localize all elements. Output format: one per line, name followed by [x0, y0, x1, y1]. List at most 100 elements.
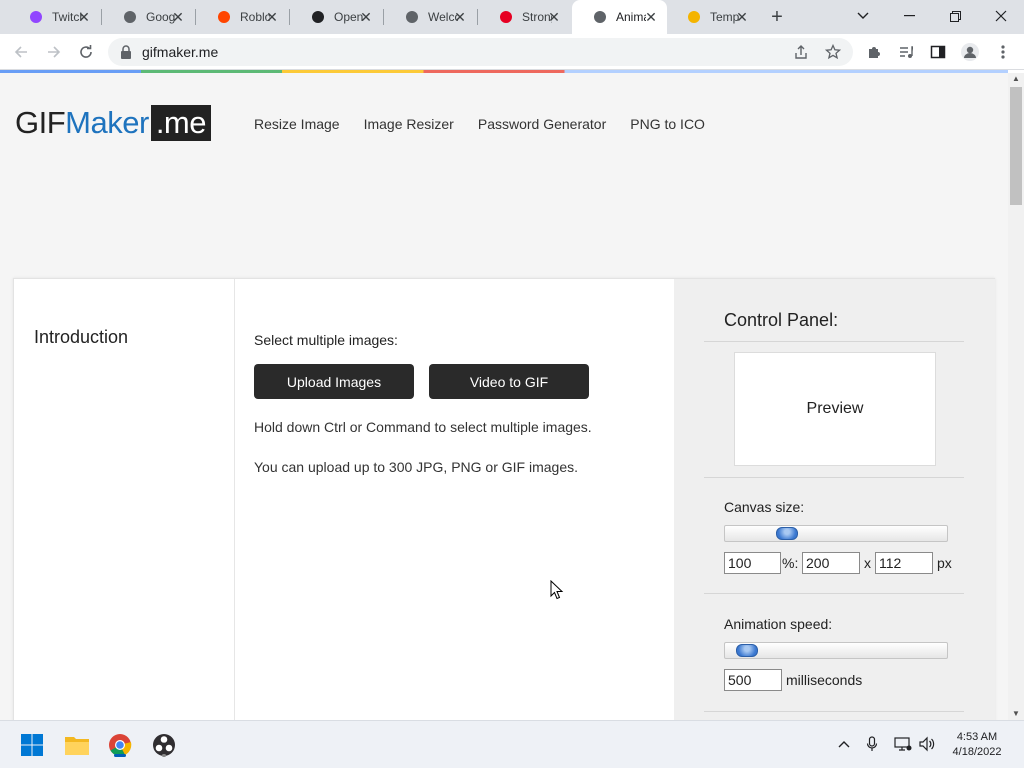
obs-taskbar-button[interactable] — [148, 729, 180, 761]
milliseconds-label: milliseconds — [786, 672, 863, 688]
browser-toolbar: gifmaker.me — [0, 34, 1024, 70]
share-icon — [795, 45, 807, 59]
star-icon — [825, 44, 841, 60]
profile-button[interactable] — [960, 42, 980, 62]
start-button[interactable] — [16, 729, 48, 761]
bookmark-button[interactable] — [824, 43, 842, 61]
tab-close-icon[interactable]: ✕ — [546, 9, 562, 25]
tab-close-icon[interactable]: ✕ — [170, 9, 186, 25]
running-indicator — [162, 754, 166, 757]
windows-logo-icon — [21, 734, 43, 756]
network-button[interactable] — [894, 735, 912, 753]
file-explorer-button[interactable] — [61, 729, 93, 761]
animation-speed-label: Animation speed: — [724, 616, 833, 632]
microphone-button[interactable] — [863, 735, 881, 753]
scroll-down-arrow[interactable]: ▼ — [1008, 708, 1024, 720]
address-bar[interactable]: gifmaker.me — [108, 38, 853, 66]
minimize-button[interactable] — [886, 0, 932, 32]
canvas-size-label: Canvas size: — [724, 499, 805, 515]
canvas-percent-input[interactable] — [724, 552, 781, 574]
system-clock[interactable]: 4:53 AM 4/18/2022 — [945, 730, 1009, 760]
canvas-size-slider[interactable] — [724, 525, 948, 542]
nav-link-png-to-ico[interactable]: PNG to ICO — [630, 116, 705, 132]
browser-tab[interactable]: Open ✕ — [290, 0, 382, 34]
video-to-gif-button[interactable]: Video to GIF — [429, 364, 589, 399]
canvas-size-slider-handle[interactable] — [776, 527, 799, 540]
tab-close-icon[interactable]: ✕ — [76, 9, 92, 25]
tab-close-icon[interactable]: ✕ — [358, 9, 374, 25]
tab-close-icon[interactable]: ✕ — [452, 9, 468, 25]
logo-me-text: .me — [150, 105, 211, 141]
browser-tab[interactable]: Template✕ — [666, 0, 758, 34]
animation-speed-slider[interactable] — [724, 642, 948, 659]
animation-speed-slider-handle[interactable] — [736, 644, 759, 657]
show-hidden-icons-button[interactable] — [835, 735, 853, 753]
upload-column: Select multiple images: Upload Images Vi… — [235, 279, 675, 720]
minimize-icon — [903, 15, 915, 17]
tab-close-icon[interactable]: ✕ — [734, 9, 750, 25]
side-panel-button[interactable] — [928, 42, 948, 62]
browser-tab[interactable]: Twitch✕ — [8, 0, 100, 34]
site-logo[interactable]: GIF Maker .me — [15, 105, 211, 141]
side-panel-icon — [930, 45, 946, 59]
extensions-button[interactable] — [864, 42, 884, 62]
left-column: Introduction — [14, 279, 235, 720]
control-panel-title: Control Panel: — [724, 310, 839, 330]
px-label: px — [937, 555, 952, 571]
scroll-up-arrow[interactable]: ▲ — [1008, 73, 1024, 85]
nav-link-password-generator[interactable]: Password Generator — [478, 116, 606, 132]
page-viewport: GIF Maker .me Resize Image Image Resizer P… — [0, 73, 1008, 720]
arrow-right-icon — [48, 46, 61, 58]
tab-close-icon[interactable]: ✕ — [264, 9, 280, 25]
reddit-icon — [216, 9, 232, 25]
arrow-left-icon — [14, 46, 27, 58]
twitch-icon — [28, 9, 44, 25]
close-icon — [995, 10, 1007, 22]
folder-icon — [65, 737, 89, 755]
page-scrollbar[interactable]: ▲ ▼ — [1008, 73, 1024, 720]
browser-tab[interactable]: Google✕ — [102, 0, 194, 34]
nav-link-image-resizer[interactable]: Image Resizer — [364, 116, 454, 132]
upload-limit-hint: You can upload up to 300 JPG, PNG or GIF… — [254, 459, 578, 475]
obs-icon — [310, 9, 326, 25]
select-images-label: Select multiple images: — [254, 332, 398, 348]
tab-title: Animated — [616, 10, 646, 24]
browser-tab[interactable]: Strong✕ — [478, 0, 570, 34]
browser-tab[interactable]: Animated✕ — [572, 0, 667, 34]
canvas-height-input[interactable] — [875, 552, 933, 574]
pinterest-icon — [498, 9, 514, 25]
browser-tab[interactable]: Welcome✕ — [384, 0, 476, 34]
scroll-thumb[interactable] — [1010, 87, 1022, 205]
mouse-cursor-icon — [550, 580, 564, 600]
preview-button[interactable]: Preview — [734, 352, 936, 466]
music-queue-icon — [900, 46, 913, 58]
browser-tab[interactable]: Roblox✕ — [196, 0, 288, 34]
running-indicator — [114, 754, 126, 757]
restore-button[interactable] — [932, 0, 978, 32]
introduction-link[interactable]: Introduction — [34, 327, 128, 348]
back-button[interactable] — [9, 40, 33, 64]
forward-button[interactable] — [42, 40, 66, 64]
nav-link-resize-image[interactable]: Resize Image — [254, 116, 340, 132]
control-panel: Control Panel: Preview Canvas size: %: x… — [674, 279, 995, 720]
media-control-button[interactable] — [896, 42, 916, 62]
new-tab-button[interactable]: + — [766, 7, 788, 29]
main-card: Introduction Select multiple images: Upl… — [13, 278, 995, 720]
clock-time: 4:53 AM — [956, 731, 998, 743]
upload-images-button[interactable]: Upload Images — [254, 364, 414, 399]
tab-search-button[interactable] — [840, 0, 886, 32]
divider — [704, 477, 964, 478]
canvas-width-input[interactable] — [802, 552, 860, 574]
chrome-taskbar-button[interactable] — [104, 729, 136, 761]
menu-button[interactable] — [993, 42, 1013, 62]
tab-close-icon[interactable]: ✕ — [643, 9, 659, 25]
volume-button[interactable] — [918, 735, 936, 753]
kebab-menu-icon — [1001, 45, 1005, 59]
microphone-icon — [866, 736, 878, 751]
clock-date: 4/18/2022 — [952, 746, 1002, 758]
share-button[interactable] — [792, 43, 810, 61]
restore-icon — [949, 10, 961, 22]
reload-button[interactable] — [74, 40, 98, 64]
animation-speed-input[interactable] — [724, 669, 782, 691]
close-window-button[interactable] — [978, 0, 1024, 32]
